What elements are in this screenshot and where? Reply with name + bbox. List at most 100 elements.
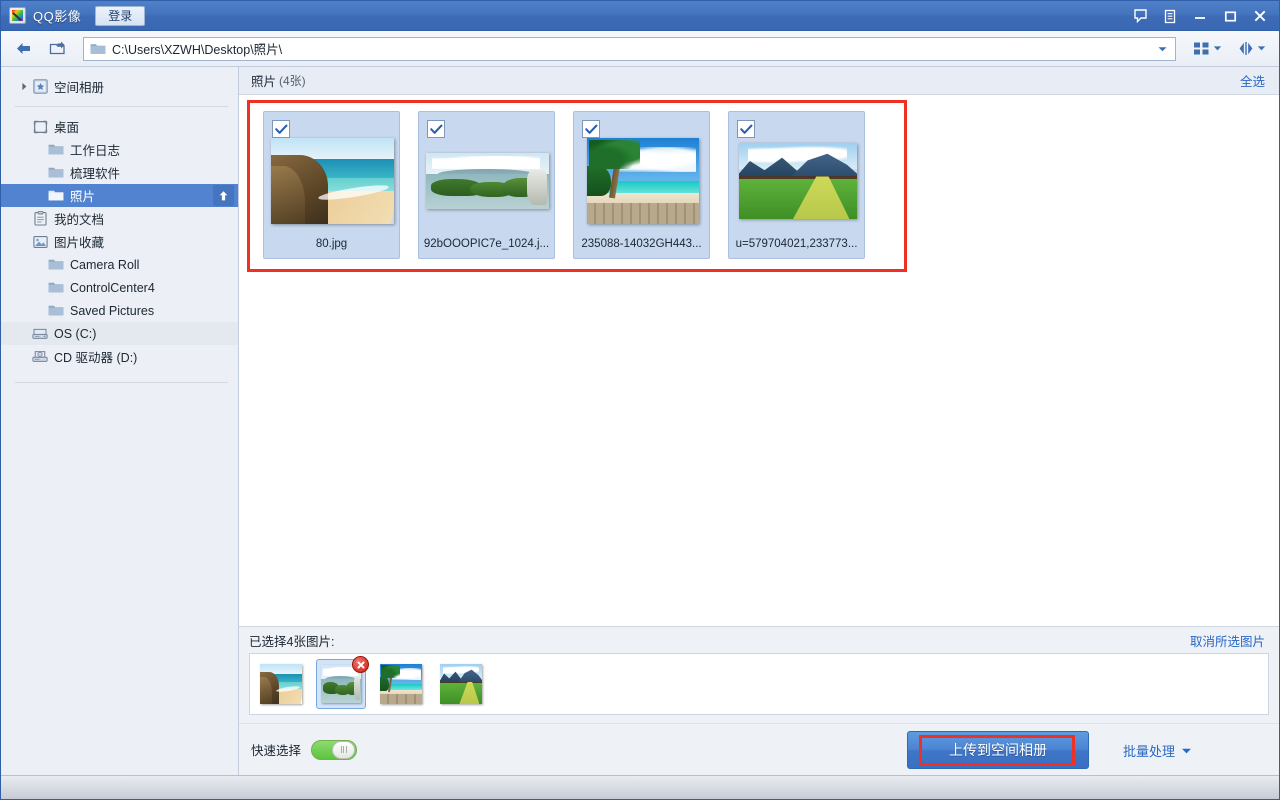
thumbnail-card[interactable]: 235088-14032GH443...: [573, 111, 710, 259]
thumbnail-image-wrap: [581, 138, 704, 224]
sidebar-label-desktop: 桌面: [54, 117, 79, 136]
sidebar-label-my-documents: 我的文档: [54, 209, 104, 228]
thumbnail-image-wrap: [426, 138, 549, 224]
address-path-text: C:\Users\XZWH\Desktop\照片\: [112, 39, 1151, 58]
cancel-selection-link[interactable]: 取消所选图片: [1190, 631, 1265, 650]
thumbnail-image: [587, 138, 699, 224]
select-all-link[interactable]: 全选: [1240, 71, 1265, 90]
selection-thumbnail-strip: [249, 653, 1269, 715]
drive-icon: [31, 327, 49, 340]
sidebar-label-controlcenter4: ControlCenter4: [70, 281, 155, 295]
sidebar-label-cd-drive: CD 驱动器 (D:): [54, 347, 137, 366]
sidebar-label-work-log: 工作日志: [70, 140, 120, 159]
thumbnail-grid: 80.jpg 92bOOOPIC7e_1024.j...: [263, 111, 865, 259]
maximize-icon[interactable]: [1215, 3, 1245, 29]
main-body: 空间相册 桌面 工作日志 梳理: [1, 67, 1279, 775]
thumbnail-checkbox[interactable]: [582, 120, 600, 138]
thumbnail-image: [426, 153, 549, 209]
menu-icon[interactable]: [1155, 3, 1185, 29]
thumbnail-checkbox[interactable]: [427, 120, 445, 138]
thumbnail-filename: u=579704021,233773...: [733, 238, 860, 250]
upload-to-album-button[interactable]: 上传到空间相册: [907, 731, 1089, 769]
sidebar-item-software[interactable]: 梳理软件: [1, 161, 238, 184]
sidebar-divider-bottom: [15, 382, 228, 383]
thumbnail-filename: 80.jpg: [268, 238, 395, 250]
selected-thumbnail-image: [380, 664, 422, 704]
folder-icon: [47, 304, 65, 317]
content-header: 照片 (4张) 全选: [239, 67, 1279, 95]
close-icon[interactable]: [1245, 3, 1275, 29]
quick-select-toggle[interactable]: [311, 740, 357, 760]
delete-circle-icon[interactable]: [352, 656, 369, 673]
address-chevron-down-icon[interactable]: [1151, 38, 1173, 60]
address-bar[interactable]: C:\Users\XZWH\Desktop\照片\: [83, 37, 1176, 61]
thumbnail-filename: 92bOOOPIC7e_1024.j...: [423, 238, 550, 250]
folder-icon: [47, 281, 65, 294]
view-mode-button[interactable]: [1188, 36, 1227, 62]
toggle-knob: [332, 741, 355, 759]
sidebar-label-pictures: 图片收藏: [54, 232, 104, 251]
selected-thumbnail-item[interactable]: [436, 659, 486, 709]
sidebar-divider: [15, 106, 228, 107]
sidebar-label-os-drive: OS (C:): [54, 327, 96, 341]
cloud-album-icon: [31, 79, 49, 94]
thumbnail-checkbox[interactable]: [272, 120, 290, 138]
window-controls: [1125, 1, 1275, 31]
sidebar-item-photos[interactable]: 照片: [1, 184, 238, 207]
folder-icon: [47, 166, 65, 179]
selected-thumbnail-item[interactable]: [376, 659, 426, 709]
sidebar-item-desktop[interactable]: 桌面: [1, 115, 238, 138]
chevron-down-icon: [1181, 747, 1192, 755]
sidebar-item-camera-roll[interactable]: Camera Roll: [1, 253, 238, 276]
selected-thumbnail-item[interactable]: [316, 659, 366, 709]
thumbnail-card[interactable]: u=579704021,233773...: [728, 111, 865, 259]
sort-icon: [1238, 41, 1254, 56]
thumbnail-image-wrap: [271, 138, 394, 224]
pictures-icon: [31, 235, 49, 249]
login-button[interactable]: 登录: [95, 6, 145, 26]
sidebar-item-cd-drive[interactable]: CD 驱动器 (D:): [1, 345, 238, 368]
feedback-icon[interactable]: [1125, 3, 1155, 29]
folder-icon: [47, 189, 65, 202]
upload-arrow-icon[interactable]: [213, 185, 234, 206]
folder-title: 照片: [251, 71, 276, 90]
sidebar-item-pictures[interactable]: 图片收藏: [1, 230, 238, 253]
sidebar-label-saved-pictures: Saved Pictures: [70, 304, 154, 318]
view-chevron-down-icon: [1213, 45, 1222, 52]
documents-icon: [31, 211, 49, 226]
thumbnail-card[interactable]: 92bOOOPIC7e_1024.j...: [418, 111, 555, 259]
qq-image-logo-icon: [9, 7, 26, 24]
thumbnail-checkbox[interactable]: [737, 120, 755, 138]
selected-thumbnail-image: [440, 664, 482, 704]
thumbnail-card[interactable]: 80.jpg: [263, 111, 400, 259]
desktop-icon: [31, 120, 49, 134]
selected-thumbnail-item[interactable]: [256, 659, 306, 709]
sidebar-item-os-drive[interactable]: OS (C:): [1, 322, 238, 345]
back-arrow-icon[interactable]: [9, 36, 37, 62]
qq-image-window: QQ影像 登录: [0, 0, 1280, 800]
sort-button[interactable]: [1233, 36, 1271, 62]
selection-count-label: 已选择4张图片:: [249, 631, 334, 650]
sidebar-item-controlcenter4[interactable]: ControlCenter4: [1, 276, 238, 299]
sidebar-item-work-log[interactable]: 工作日志: [1, 138, 238, 161]
cd-drive-icon: [31, 350, 49, 363]
minimize-icon[interactable]: [1185, 3, 1215, 29]
upload-button-wrap: 上传到空间相册: [907, 731, 1089, 769]
app-title: QQ影像: [33, 6, 81, 25]
action-bar: 快速选择 上传到空间相册 批量处理: [239, 723, 1279, 775]
thumbnail-grid-area: 80.jpg 92bOOOPIC7e_1024.j...: [239, 95, 1279, 626]
chevron-right-icon[interactable]: [17, 82, 31, 91]
selection-bar: 已选择4张图片: 取消所选图片: [239, 626, 1279, 723]
folder-icon: [90, 42, 106, 55]
sidebar-item-cloud-album[interactable]: 空间相册: [1, 75, 238, 98]
batch-process-menu[interactable]: 批量处理: [1123, 741, 1192, 760]
folder-icon: [47, 143, 65, 156]
sidebar-label-cloud-album: 空间相册: [54, 77, 104, 96]
selected-thumbnail-image: [260, 664, 302, 704]
folder-icon: [47, 258, 65, 271]
up-folder-icon[interactable]: [43, 36, 71, 62]
sidebar-item-saved-pictures[interactable]: Saved Pictures: [1, 299, 238, 322]
sidebar-item-my-documents[interactable]: 我的文档: [1, 207, 238, 230]
batch-process-label: 批量处理: [1123, 741, 1175, 760]
grid-view-icon: [1193, 41, 1210, 56]
